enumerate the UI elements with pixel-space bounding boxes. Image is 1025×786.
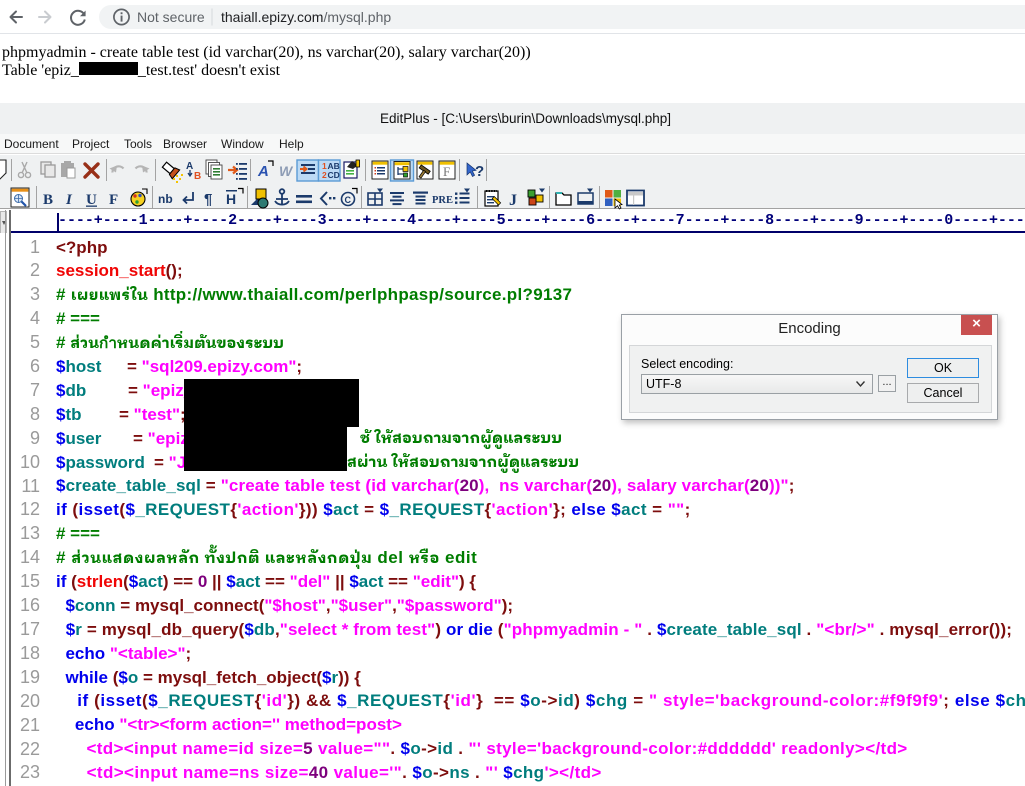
svg-text:H: H — [226, 191, 236, 207]
svg-text:B: B — [194, 171, 201, 182]
svg-text:W: W — [279, 163, 294, 179]
svg-text:CD: CD — [328, 170, 340, 180]
svg-text:J: J — [509, 192, 517, 209]
svg-text:B: B — [43, 192, 53, 208]
svg-text:PRE: PRE — [432, 195, 453, 206]
svg-text:F: F — [109, 192, 118, 208]
svg-text:C: C — [345, 195, 352, 205]
svg-text:A: A — [257, 163, 269, 180]
svg-text:¶: ¶ — [204, 191, 212, 208]
svg-text:?: ? — [475, 163, 484, 180]
svg-text:nb: nb — [158, 192, 173, 206]
svg-text:F: F — [443, 164, 450, 179]
svg-text:2: 2 — [322, 170, 327, 180]
svg-text:I: I — [65, 192, 73, 208]
